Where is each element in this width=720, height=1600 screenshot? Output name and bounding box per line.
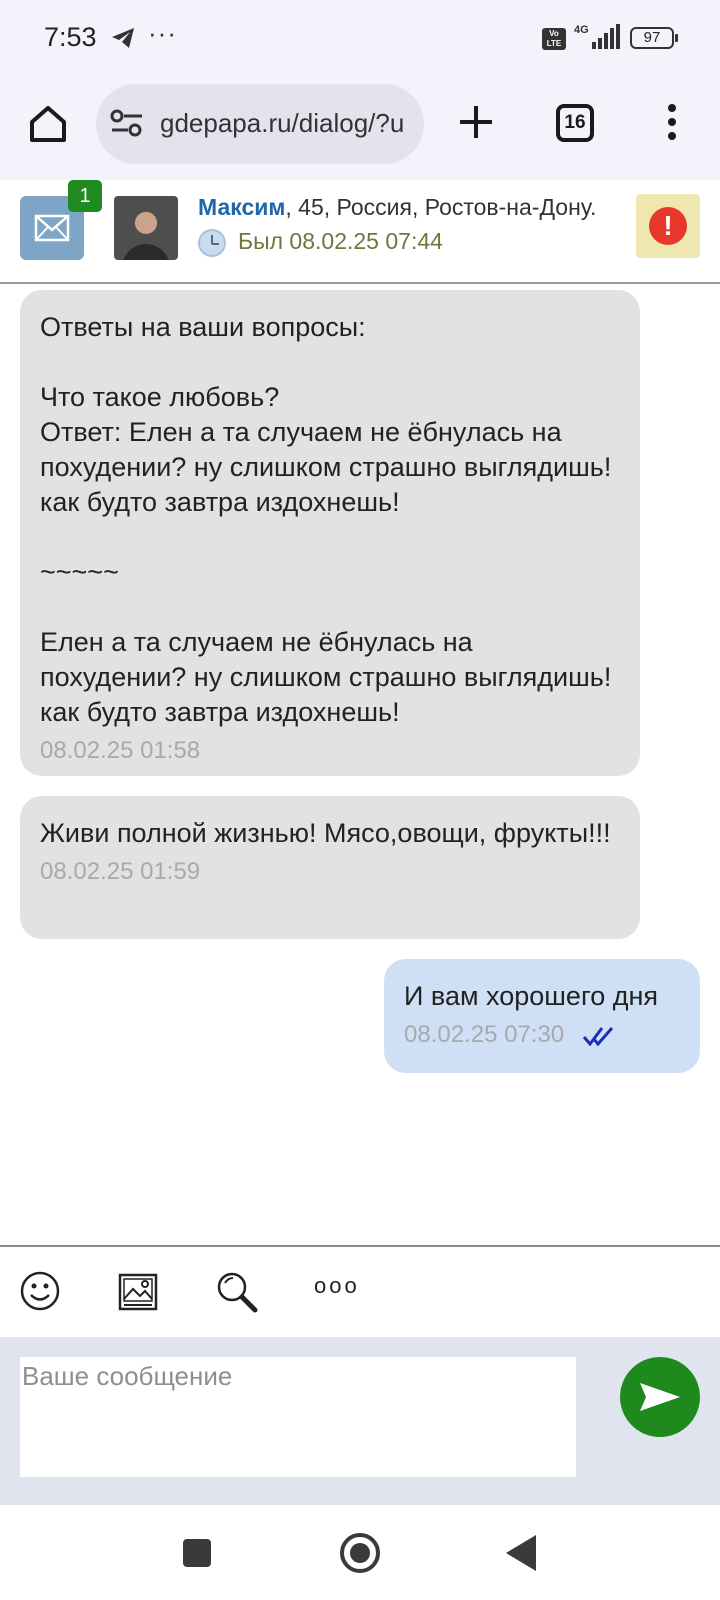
avatar[interactable] [114, 196, 178, 260]
composer-toolbar: ooo [0, 1247, 720, 1337]
smiley-icon[interactable] [20, 1271, 60, 1311]
system-nav-bar [0, 1505, 720, 1600]
user-info: Максим, 45, Россия, Ростов-на-Дону. [198, 194, 596, 221]
status-bar: 7:53 ··· Vo LTE 4G 97 [0, 0, 720, 80]
tune-icon[interactable] [110, 108, 144, 138]
message-incoming: Живи полной жизнью! Мясо,овощи, фрукты!!… [20, 796, 640, 939]
user-details: , 45, Россия, Ростов-на-Дону. [285, 194, 597, 220]
network-type-label: 4G [574, 24, 589, 36]
notification-more-icon: ··· [148, 18, 177, 48]
telegram-icon [112, 28, 134, 48]
browser-toolbar: gdepapa.ru/dialog/?u 16 [0, 80, 720, 180]
last-seen: Был 08.02.25 07:44 [238, 228, 443, 254]
kebab-menu-icon[interactable] [652, 100, 692, 144]
unread-badge: 1 [68, 180, 102, 212]
home-icon[interactable] [26, 102, 70, 146]
message-outgoing: И вам хорошего дня 08.02.25 07:30 [384, 959, 700, 1073]
message-text: И вам хорошего дня [404, 981, 659, 1011]
battery-icon: 97 [630, 27, 678, 49]
send-button[interactable] [620, 1357, 700, 1437]
url-text[interactable]: gdepapa.ru/dialog/?u [160, 108, 410, 139]
user-name-link[interactable]: Максим [198, 194, 285, 220]
composer-input-area [0, 1337, 720, 1505]
report-button[interactable]: ! [636, 194, 700, 258]
message-incoming: Ответы на ваши вопросы: Что такое любовь… [20, 290, 640, 776]
double-check-icon [583, 1027, 614, 1047]
status-time: 7:53 [44, 22, 97, 52]
back-button[interactable] [506, 1535, 536, 1571]
dialog-header: 1 Максим, 45, Россия, Ростов-на-Дону. Бы… [0, 180, 720, 284]
send-arrow-icon [640, 1383, 680, 1411]
address-bar[interactable]: gdepapa.ru/dialog/?u [96, 84, 424, 164]
more-icon[interactable]: ooo [314, 1273, 360, 1299]
message-text: Живи полной жизнью! Мясо,овощи, фрукты!!… [40, 818, 611, 848]
message-time: 08.02.25 07:30 [404, 1021, 565, 1048]
home-nav-button[interactable] [340, 1533, 380, 1573]
message-time: 08.02.25 01:58 [40, 737, 201, 764]
signal-icon: 4G [574, 24, 620, 49]
volte-icon: Vo LTE [542, 28, 566, 50]
tabs-icon[interactable]: 16 [556, 104, 594, 142]
plus-icon[interactable] [454, 100, 498, 144]
message-list[interactable]: Ответы на ваши вопросы: Что такое любовь… [0, 286, 720, 1246]
recents-button[interactable] [183, 1539, 211, 1567]
message-time-row: 08.02.25 07:30 [404, 1018, 680, 1052]
search-icon[interactable] [216, 1271, 258, 1313]
alert-icon: ! [649, 207, 687, 245]
envelope-icon [34, 214, 70, 242]
message-text: Ответы на ваши вопросы: Что такое любовь… [40, 312, 612, 727]
message-input[interactable] [20, 1357, 576, 1477]
message-time: 08.02.25 01:59 [40, 858, 201, 885]
image-icon[interactable] [118, 1271, 160, 1313]
clock-icon [198, 229, 226, 257]
